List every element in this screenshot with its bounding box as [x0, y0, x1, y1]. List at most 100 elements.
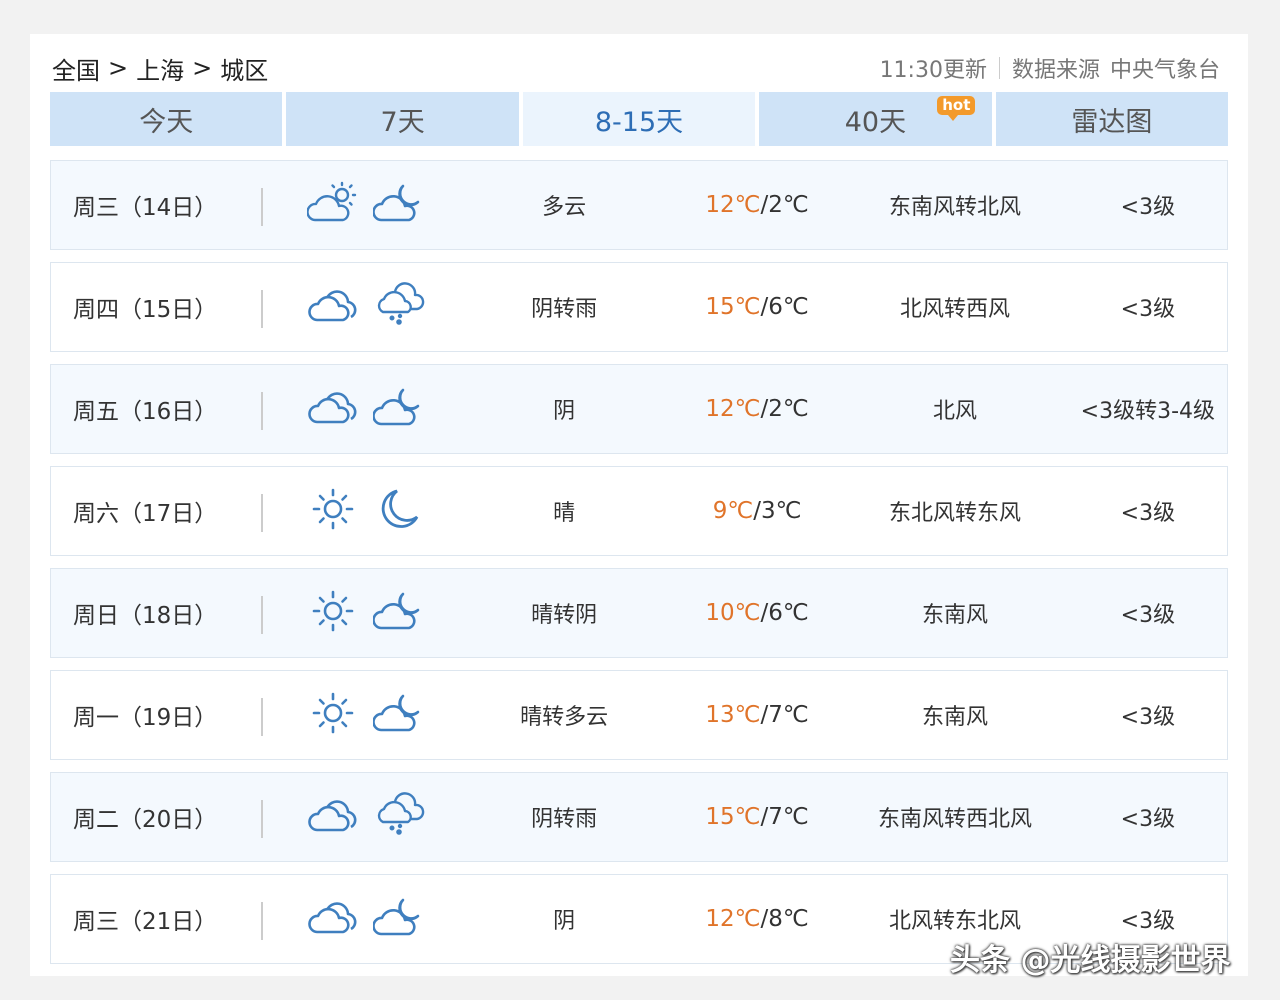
wind-level: <3级转3-4级: [1080, 399, 1216, 424]
tab-8-15days[interactable]: 8-15天: [522, 92, 756, 146]
forecast-row: 周一（19日） 晴转多云 13℃/7℃ 东南风 <3级: [50, 670, 1228, 760]
weather-icons: [263, 588, 455, 638]
sun-icon: [307, 690, 359, 740]
day-label: 周六（17日）: [51, 467, 263, 555]
update-meta: 11:30更新 数据来源 中央气象台: [880, 52, 1220, 84]
wind-level: <3级: [1120, 501, 1176, 526]
wind-level: <3级: [1120, 603, 1176, 628]
weather-desc: 晴: [553, 501, 576, 526]
forecast-row: 周二（20日） 阴转雨 15℃/7℃ 东南风转西北风 <3级: [50, 772, 1228, 862]
source-name: 中央气象台: [1109, 58, 1220, 83]
high-temp: 12℃: [705, 906, 761, 932]
hot-badge: hot: [937, 96, 976, 121]
low-temp: /7℃: [760, 804, 809, 830]
tab-label: 8-15天: [594, 106, 684, 138]
high-temp: 9℃: [712, 498, 754, 524]
low-temp: /3℃: [753, 498, 802, 524]
temperature: 12℃/2℃: [673, 192, 841, 218]
breadcrumb-separator: >: [192, 54, 213, 82]
forecast-card: 全国 > 上海 > 城区 11:30更新 数据来源 中央气象台 今天 7天 8-…: [30, 34, 1248, 976]
wind-direction: 东南风: [921, 603, 988, 628]
temperature: 12℃/8℃: [673, 906, 841, 932]
wind-direction: 东南风转西北风: [877, 807, 1032, 832]
forecast-row: 周六（17日） 晴 9℃/3℃ 东北风转东风 <3级: [50, 466, 1228, 556]
breadcrumb-country[interactable]: 全国: [52, 51, 100, 86]
weather-desc: 阴转雨: [531, 297, 598, 322]
cloudy-moon-icon: [372, 384, 425, 434]
high-temp: 12℃: [705, 396, 761, 422]
weather-desc: 阴: [553, 909, 576, 934]
forecast-row: 周日（18日） 晴转阴 10℃/6℃ 东南风 <3级: [50, 568, 1228, 658]
day-label: 周一（19日）: [51, 671, 263, 759]
temperature: 10℃/6℃: [673, 600, 841, 626]
day-label: 周三（21日）: [51, 875, 263, 963]
overcast-icon: [307, 792, 359, 842]
tab-7days[interactable]: 7天: [286, 92, 519, 146]
breadcrumb-separator: >: [108, 54, 129, 82]
temperature: 12℃/2℃: [673, 396, 841, 422]
tab-40days[interactable]: 40天 hot: [759, 92, 992, 146]
forecast-tabs: 今天 7天 8-15天 40天 hot 雷达图: [50, 92, 1229, 146]
top-bar: 全国 > 上海 > 城区 11:30更新 数据来源 中央气象台: [52, 50, 1220, 86]
temperature: 13℃/7℃: [673, 702, 841, 728]
wind-direction: 北风转西风: [899, 297, 1010, 322]
weather-icons: [263, 180, 455, 230]
low-temp: /6℃: [760, 600, 809, 626]
low-temp: /7℃: [760, 702, 809, 728]
overcast-icon: [307, 894, 359, 944]
forecast-row: 周五（16日） 阴 12℃/2℃ 北风 <3级转3-4级: [50, 364, 1228, 454]
meta-divider: [998, 57, 1000, 79]
update-time: 11:30更新: [879, 58, 987, 83]
wind-level: <3级: [1120, 807, 1176, 832]
weather-icons: [263, 894, 455, 944]
day-label: 周四（15日）: [51, 263, 263, 351]
day-label: 周日（18日）: [51, 569, 263, 657]
high-temp: 13℃: [705, 702, 761, 728]
wind-direction: 东南风: [921, 705, 988, 730]
cloudy-moon-icon: [372, 588, 425, 638]
weather-icons: [263, 792, 455, 842]
weather-desc: 多云: [542, 195, 587, 220]
day-label: 周五（16日）: [51, 365, 263, 453]
wind-direction: 北风: [932, 399, 977, 424]
wind-direction: 北风转东北风: [888, 909, 1021, 934]
weather-icons: [263, 282, 455, 332]
cloudy-moon-icon: [372, 180, 425, 230]
low-temp: /2℃: [760, 396, 809, 422]
forecast-row: 周四（15日） 阴转雨 15℃/6℃ 北风转西风 <3级: [50, 262, 1228, 352]
high-temp: 12℃: [705, 192, 761, 218]
rain-icon: [373, 282, 425, 332]
low-temp: /2℃: [760, 192, 809, 218]
temperature: 15℃/7℃: [673, 804, 841, 830]
tab-today[interactable]: 今天: [50, 92, 283, 146]
weather-icons: [263, 486, 455, 536]
weather-desc: 阴: [553, 399, 576, 424]
day-label: 周三（14日）: [51, 161, 263, 249]
moon-icon: [373, 486, 425, 536]
low-temp: /6℃: [760, 294, 809, 320]
tab-radar[interactable]: 雷达图: [995, 92, 1229, 146]
low-temp: /8℃: [760, 906, 809, 932]
weather-desc: 晴转阴: [531, 603, 598, 628]
overcast-icon: [307, 384, 359, 434]
cloudy-moon-icon: [372, 894, 425, 944]
cloudy-moon-icon: [372, 690, 425, 740]
rain-icon: [373, 792, 425, 842]
day-label: 周二（20日）: [51, 773, 263, 861]
weather-icons: [263, 384, 455, 434]
wind-direction: 东南风转北风: [888, 195, 1021, 220]
sun-icon: [307, 486, 359, 536]
tab-label: 今天: [139, 106, 194, 138]
wind-level: <3级: [1120, 195, 1176, 220]
high-temp: 15℃: [705, 804, 761, 830]
sun-icon: [307, 588, 359, 638]
tab-label: 40天: [844, 106, 907, 138]
forecast-row: 周三（14日） 多云 12℃/2℃ 东南风转北风 <3级: [50, 160, 1228, 250]
wind-level: <3级: [1120, 297, 1176, 322]
temperature: 15℃/6℃: [673, 294, 841, 320]
breadcrumb-city[interactable]: 上海: [136, 51, 184, 86]
tab-label: 7天: [380, 106, 425, 138]
high-temp: 10℃: [705, 600, 761, 626]
wind-direction: 东北风转东风: [888, 501, 1021, 526]
overcast-icon: [307, 282, 359, 332]
